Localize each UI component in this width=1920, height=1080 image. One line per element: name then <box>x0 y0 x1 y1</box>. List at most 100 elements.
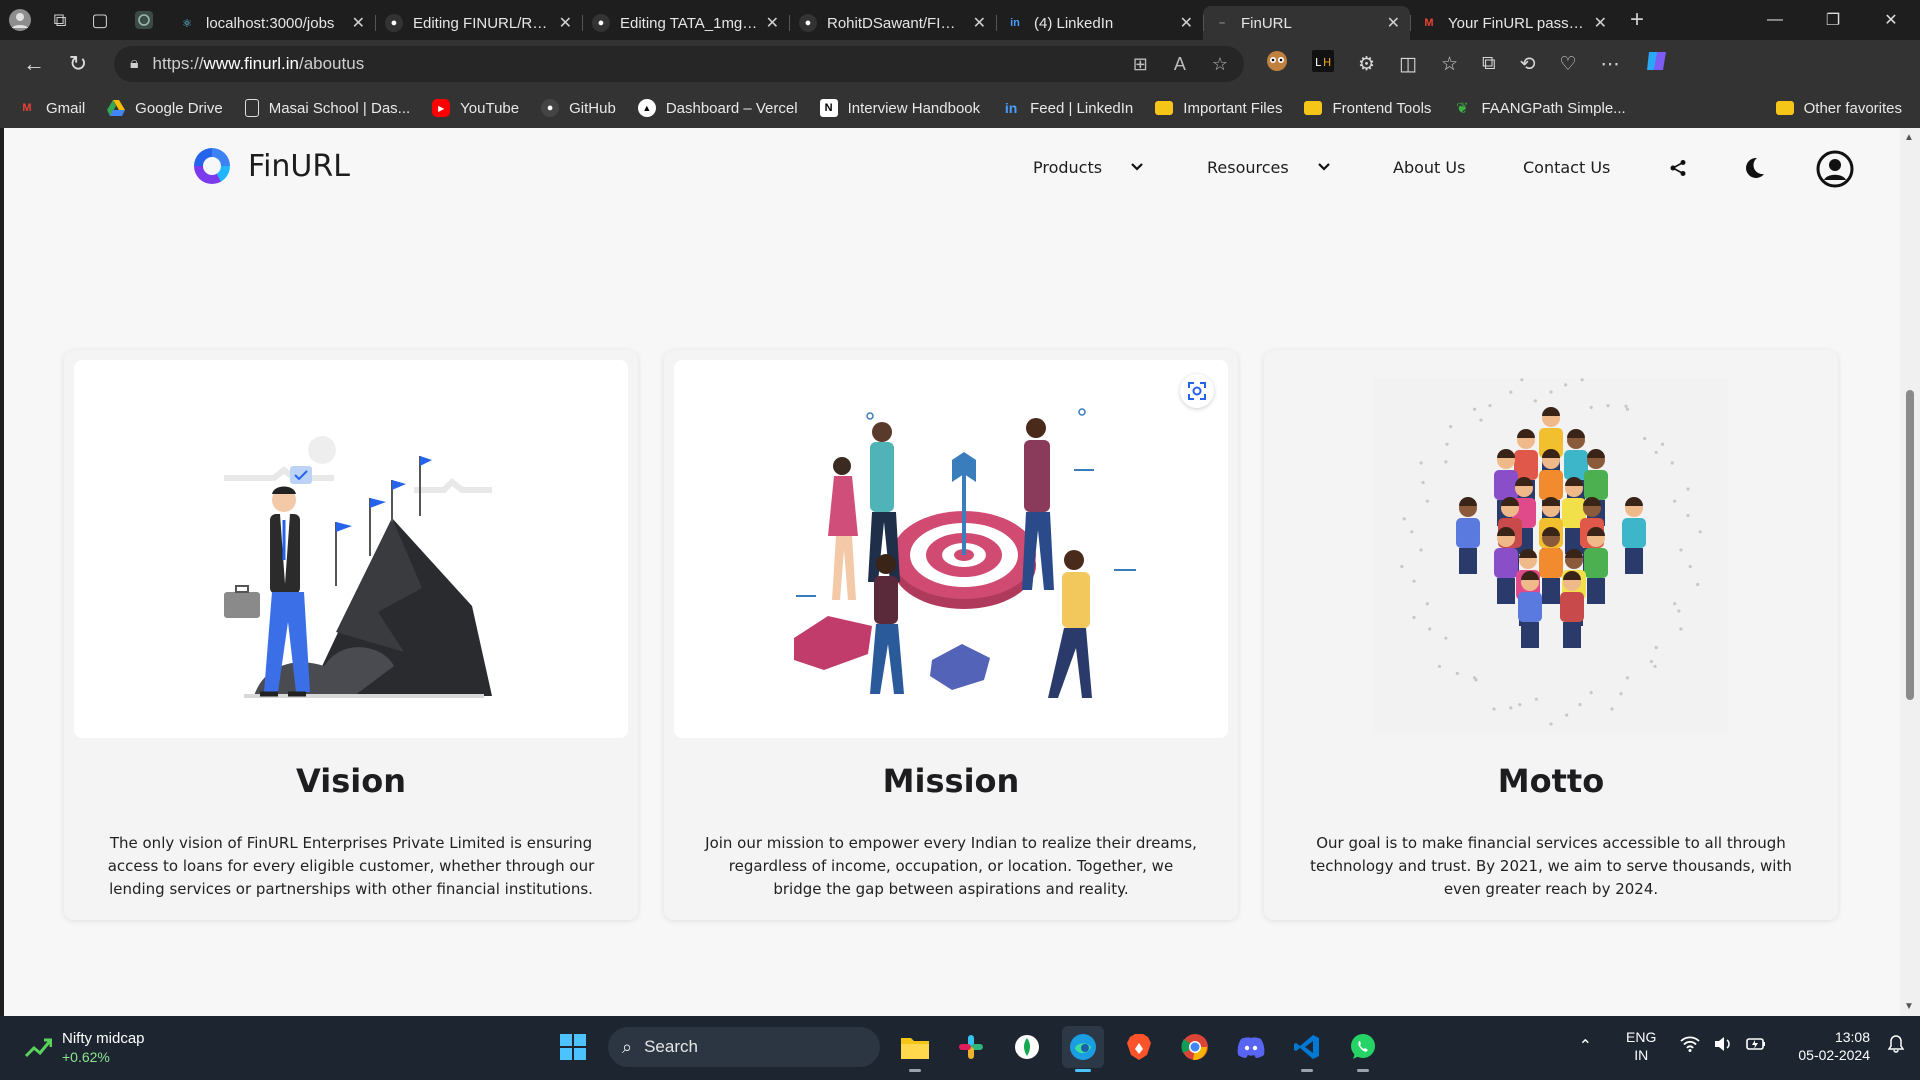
bookmark-important-files[interactable]: Important Files <box>1155 100 1282 117</box>
file-explorer-icon[interactable] <box>894 1026 936 1072</box>
mongodb-compass-icon[interactable] <box>1006 1026 1048 1068</box>
copilot-icon[interactable] <box>1644 48 1670 80</box>
brand-logo[interactable]: FinURL <box>194 148 350 184</box>
new-tab-icon[interactable]: + <box>1617 0 1657 40</box>
tab-github-tata[interactable]: ● Editing TATA_1mg-clone ✕ <box>582 6 789 40</box>
tab-linkedin[interactable]: in (4) LinkedIn ✕ <box>996 6 1203 40</box>
whatsapp-icon[interactable] <box>1342 1026 1384 1072</box>
chatgpt-tab-icon[interactable] <box>120 0 168 40</box>
share-icon[interactable] <box>1662 152 1694 184</box>
crowd-decor-dot <box>1492 707 1496 711</box>
nav-contact-us[interactable]: Contact Us <box>1523 158 1610 177</box>
crowd-decor-dot <box>1520 378 1524 382</box>
tab-github-readme[interactable]: ● Editing FINURL/README.md ✕ <box>375 6 582 40</box>
scroll-down-icon[interactable]: ▼ <box>1904 1001 1914 1012</box>
taskbar-clock[interactable]: 13:08 05-02-2024 <box>1798 1028 1870 1064</box>
chrome-icon[interactable] <box>1174 1026 1216 1068</box>
page-scrollbar[interactable]: ▲ ▼ <box>1900 128 1920 1016</box>
bookmark-google-drive[interactable]: Google Drive <box>107 99 223 117</box>
nav-about-us[interactable]: About Us <box>1393 158 1465 177</box>
close-icon[interactable]: ✕ <box>1594 13 1607 33</box>
edge-browser-icon[interactable] <box>1062 1026 1104 1072</box>
page-viewport: FinURL Products Resources About Us Conta… <box>4 128 1900 1016</box>
crowd-decor-dot <box>1509 390 1513 394</box>
vision-card: Vision The only vision of FinURL Enterpr… <box>64 350 638 920</box>
bookmark-interview-handbook[interactable]: N Interview Handbook <box>819 99 980 117</box>
bookmark-github[interactable]: ● GitHub <box>541 99 616 117</box>
crowd-decor-dot <box>1589 405 1593 409</box>
split-screen-icon[interactable]: ◫ <box>1399 53 1417 76</box>
nav-resources[interactable]: Resources <box>1207 158 1331 177</box>
discord-icon[interactable] <box>1230 1026 1272 1068</box>
restore-icon[interactable]: ❐ <box>1804 0 1862 40</box>
crowd-decor-dot <box>1653 664 1657 669</box>
wifi-icon[interactable] <box>1680 1036 1700 1057</box>
crowd-decor-dot <box>1549 722 1553 726</box>
performance-icon[interactable]: ♡ <box>1560 53 1577 76</box>
minimize-icon[interactable]: — <box>1746 0 1804 40</box>
crowd-person-body <box>1584 548 1608 578</box>
close-icon[interactable]: ✕ <box>559 13 572 33</box>
bookmark-linkedin[interactable]: in Feed | LinkedIn <box>1002 99 1133 117</box>
more-menu-icon[interactable]: ⋯ <box>1601 53 1620 76</box>
bookmark-faangpath[interactable]: ❦ FAANGPath Simple... <box>1453 99 1626 118</box>
tab-finurl[interactable]: – FinURL ✕ <box>1203 6 1410 40</box>
close-icon[interactable]: ✕ <box>1387 13 1400 33</box>
vscode-icon[interactable] <box>1286 1026 1328 1072</box>
close-icon[interactable]: ✕ <box>766 13 779 33</box>
refresh-icon[interactable]: ↻ <box>56 44 100 84</box>
close-window-icon[interactable]: ✕ <box>1862 0 1920 40</box>
read-aloud-icon[interactable]: A <box>1174 54 1186 75</box>
chevron-up-icon[interactable]: ⌃ <box>1579 1036 1592 1056</box>
crowd-decor-dot <box>1437 664 1442 669</box>
favorites-icon[interactable]: ☆ <box>1441 53 1458 76</box>
crowd-decor-dot <box>1660 442 1665 446</box>
linkedin-icon: in <box>1004 100 1018 116</box>
bookmark-gmail[interactable]: M Gmail <box>18 99 85 117</box>
close-icon[interactable]: ✕ <box>352 13 365 33</box>
tab-github-finurl[interactable]: ● RohitDSawant/FINURL ✕ <box>789 6 996 40</box>
language-indicator[interactable]: ENG IN <box>1626 1028 1656 1064</box>
close-icon[interactable]: ✕ <box>1180 13 1193 33</box>
taskbar-search[interactable]: ⌕ Search <box>608 1027 880 1067</box>
app-available-icon[interactable]: ⊞ <box>1133 54 1148 75</box>
user-account-icon[interactable] <box>1816 150 1854 188</box>
crowd-decor-dot <box>1580 378 1584 382</box>
history-icon[interactable]: ⟲ <box>1520 53 1536 76</box>
stock-widget[interactable]: Nifty midcap +0.62% <box>24 1030 145 1065</box>
slack-icon[interactable] <box>950 1026 992 1068</box>
start-windows-icon[interactable] <box>552 1026 594 1068</box>
tab-actions-icon[interactable]: ▢ <box>80 0 120 40</box>
bookmark-vercel[interactable]: ▲ Dashboard – Vercel <box>637 99 798 117</box>
bookmark-youtube[interactable]: ▶ YouTube <box>432 99 519 117</box>
extension-owl-icon[interactable] <box>1266 50 1288 78</box>
back-icon[interactable]: ← <box>12 44 56 84</box>
extension-lh-icon[interactable]: LH <box>1312 50 1334 78</box>
crowd-decor-dot <box>1670 461 1674 465</box>
extensions-icon[interactable]: ⚙ <box>1358 53 1375 76</box>
scrollbar-thumb[interactable] <box>1906 390 1914 700</box>
visual-search-icon[interactable] <box>1180 374 1214 408</box>
tab-localhost[interactable]: ⚛ localhost:3000/jobs ✕ <box>168 6 375 40</box>
collections-icon[interactable]: ⧉ <box>1482 53 1496 75</box>
battery-charging-icon[interactable] <box>1746 1036 1766 1057</box>
url-field[interactable]: 🔒︎ https://www.finurl.in/aboutus ⊞ A ☆ <box>114 46 1244 82</box>
tab-gmail[interactable]: M Your FinURL password ✕ <box>1410 6 1617 40</box>
close-icon[interactable]: ✕ <box>973 13 986 33</box>
workspaces-icon[interactable]: ⧉ <box>40 0 80 40</box>
scroll-up-icon[interactable]: ▲ <box>1904 132 1914 143</box>
notification-bell-icon[interactable] <box>1887 1034 1905 1058</box>
volume-icon[interactable] <box>1714 1036 1732 1057</box>
favorite-star-icon[interactable]: ☆ <box>1212 54 1228 75</box>
brave-browser-icon[interactable] <box>1118 1026 1160 1068</box>
nav-products[interactable]: Products <box>1033 158 1144 177</box>
tab-bar: ⧉ ▢ ⚛ localhost:3000/jobs ✕ ● Editing FI… <box>0 0 1920 40</box>
bookmark-other-favorites[interactable]: Other favorites <box>1775 100 1902 117</box>
bookmark-masai[interactable]: Masai School | Das... <box>244 99 410 117</box>
profile-icon[interactable] <box>0 0 40 40</box>
bookmark-frontend-tools[interactable]: Frontend Tools <box>1304 100 1431 117</box>
dark-mode-moon-icon[interactable] <box>1738 152 1770 184</box>
crowd-decor-dot <box>1589 691 1593 695</box>
linkedin-icon: in <box>1010 17 1020 29</box>
notion-icon: N <box>819 99 838 117</box>
